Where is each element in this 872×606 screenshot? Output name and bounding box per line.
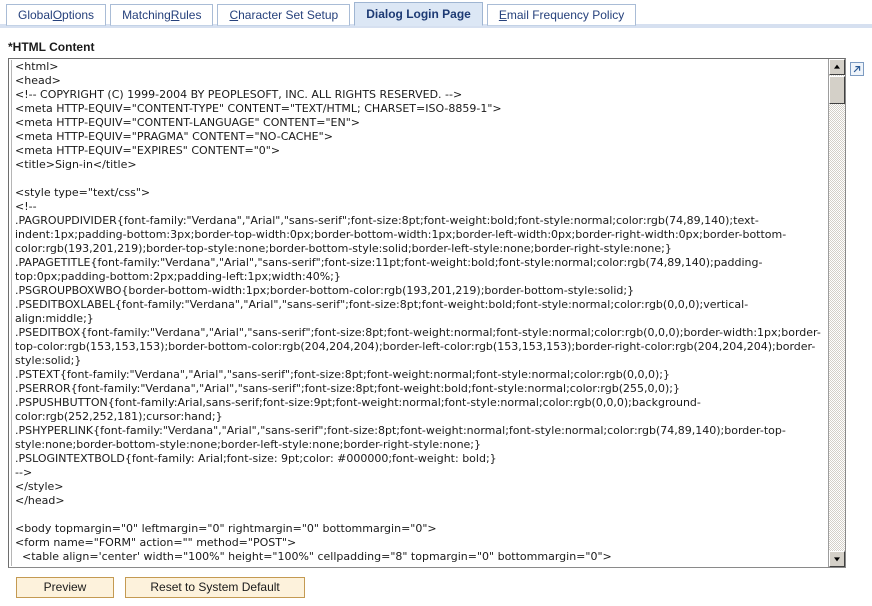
tab-label-pre: Matching [122,9,171,21]
scroll-up-arrow-icon[interactable] [829,59,845,75]
tab-label-post: ules [179,9,201,21]
preview-button[interactable]: Preview [16,577,114,598]
tab-matching-rules[interactable]: Matching Rules [110,4,213,26]
tab-label-pre: Dialog Login Page [366,8,471,20]
expand-icon[interactable] [850,62,864,76]
html-content-editor-wrapper: <html> <head> <!-- COPYRIGHT (C) 1999-20… [8,58,846,568]
tab-global-options[interactable]: Global Options [6,4,106,26]
tab-accelerator-key: E [499,9,507,21]
tab-dialog-login-page[interactable]: Dialog Login Page [354,2,483,26]
html-content-textarea[interactable]: <html> <head> <!-- COPYRIGHT (C) 1999-20… [11,60,823,566]
html-content-editor[interactable]: <html> <head> <!-- COPYRIGHT (C) 1999-20… [8,58,846,568]
tab-label-pre: Global [18,9,53,21]
tab-accelerator-key: R [171,9,180,21]
tab-accelerator-key: C [229,9,238,21]
tab-list: Global OptionsMatching RulesCharacter Se… [6,0,872,26]
html-content-label: *HTML Content [8,40,872,54]
vertical-scrollbar[interactable] [828,59,845,567]
tab-accelerator-key: O [53,9,62,21]
html-content-label-text: HTML Content [13,40,95,54]
action-button-bar: Preview Reset to System Default [0,577,313,598]
scroll-down-arrow-icon[interactable] [829,551,845,567]
scrollbar-thumb[interactable] [829,76,845,104]
reset-to-system-default-button[interactable]: Reset to System Default [125,577,305,598]
tab-strip: Global OptionsMatching RulesCharacter Se… [0,0,872,28]
tab-character-set-setup[interactable]: Character Set Setup [217,4,350,26]
tab-label-post: ptions [62,9,94,21]
tab-email-frequency-policy[interactable]: Email Frequency Policy [487,4,636,26]
tab-label-post: mail Frequency Policy [507,9,624,21]
tab-label-post: haracter Set Setup [238,9,338,21]
